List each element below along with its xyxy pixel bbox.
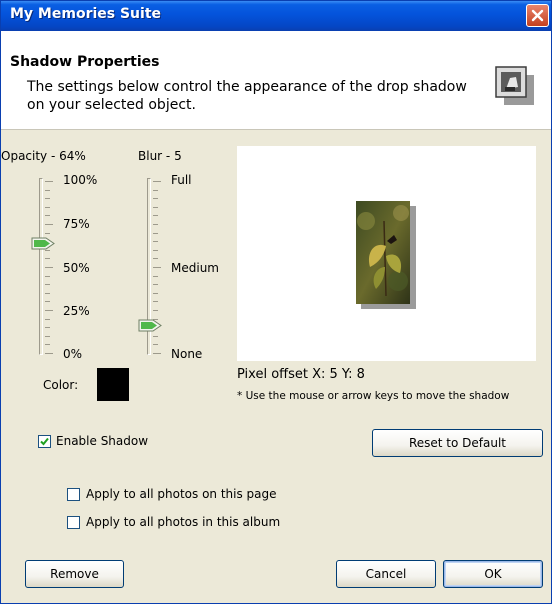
minor-tick bbox=[45, 215, 50, 217]
minor-tick bbox=[45, 292, 50, 294]
opacity-tick-75: 75% bbox=[63, 217, 90, 231]
major-tick bbox=[45, 224, 53, 225]
opacity-label: Opacity - 64% bbox=[1, 149, 86, 163]
minor-tick bbox=[153, 189, 158, 191]
opacity-slider-thumb[interactable] bbox=[31, 237, 56, 253]
cancel-button[interactable]: Cancel bbox=[336, 560, 436, 588]
major-tick bbox=[45, 353, 53, 354]
major-tick bbox=[153, 267, 161, 268]
blur-label: Blur - 5 bbox=[138, 149, 182, 163]
opacity-slider-track[interactable] bbox=[39, 178, 43, 355]
minor-tick bbox=[153, 284, 158, 286]
major-tick bbox=[45, 310, 53, 311]
minor-tick bbox=[45, 189, 50, 191]
major-tick bbox=[153, 181, 161, 182]
minor-tick bbox=[153, 301, 158, 303]
window-title: My Memories Suite bbox=[10, 6, 162, 22]
minor-tick bbox=[45, 258, 50, 260]
remove-button[interactable]: Remove bbox=[25, 560, 124, 588]
minor-tick bbox=[153, 258, 158, 260]
blur-tick-none: None bbox=[171, 347, 203, 361]
minor-tick bbox=[153, 310, 158, 311]
blur-tick-medium: Medium bbox=[171, 261, 219, 275]
close-button[interactable] bbox=[526, 4, 549, 27]
minor-tick bbox=[45, 327, 50, 329]
major-tick bbox=[45, 181, 53, 182]
minor-tick bbox=[153, 249, 158, 251]
major-tick bbox=[153, 353, 161, 354]
major-tick bbox=[45, 267, 53, 268]
apply-page-checkbox[interactable] bbox=[67, 488, 80, 501]
minor-tick bbox=[153, 198, 158, 200]
opacity-tick-0: 0% bbox=[63, 347, 83, 361]
opacity-tick-50: 50% bbox=[63, 261, 90, 275]
blur-tick-full: Full bbox=[171, 173, 192, 187]
apply-album-checkbox[interactable] bbox=[67, 516, 80, 529]
pixel-offset-readout: Pixel offset X: 5 Y: 8 bbox=[237, 367, 365, 382]
header-title: Shadow Properties bbox=[10, 54, 160, 70]
minor-tick bbox=[45, 318, 50, 320]
ok-button[interactable]: OK bbox=[443, 560, 543, 588]
opacity-tick-25: 25% bbox=[63, 304, 90, 318]
minor-tick bbox=[153, 215, 158, 217]
apply-album-label[interactable]: Apply to all photos in this album bbox=[86, 515, 280, 529]
blur-slider-thumb[interactable] bbox=[138, 319, 163, 335]
preview-photo[interactable] bbox=[356, 201, 410, 304]
shadow-photo-icon bbox=[494, 65, 536, 107]
dialog-header: Shadow Properties The settings below con… bbox=[1, 31, 551, 130]
title-bar[interactable]: My Memories Suite bbox=[1, 1, 551, 31]
minor-tick bbox=[45, 344, 50, 346]
preview-hint: * Use the mouse or arrow keys to move th… bbox=[237, 390, 510, 402]
minor-tick bbox=[45, 284, 50, 286]
minor-tick bbox=[45, 232, 50, 234]
minor-tick bbox=[153, 292, 158, 294]
opacity-tick-100: 100% bbox=[63, 173, 98, 187]
minor-tick bbox=[45, 335, 50, 337]
minor-tick bbox=[153, 275, 158, 277]
minor-tick bbox=[45, 206, 50, 208]
header-description: The settings below control the appearanc… bbox=[27, 79, 467, 113]
enable-shadow-checkbox[interactable] bbox=[38, 435, 51, 448]
minor-tick bbox=[153, 224, 158, 225]
minor-tick bbox=[153, 335, 158, 337]
minor-tick bbox=[153, 206, 158, 208]
minor-tick bbox=[45, 198, 50, 200]
shadow-properties-dialog: My Memories Suite Shadow Properties The … bbox=[0, 0, 552, 604]
color-label: Color: bbox=[43, 378, 79, 392]
enable-shadow-label[interactable]: Enable Shadow bbox=[56, 434, 148, 448]
apply-page-label[interactable]: Apply to all photos on this page bbox=[86, 487, 277, 501]
minor-tick bbox=[45, 275, 50, 277]
minor-tick bbox=[153, 232, 158, 234]
minor-tick bbox=[45, 301, 50, 303]
minor-tick bbox=[153, 241, 158, 243]
shadow-color-swatch[interactable] bbox=[97, 368, 129, 401]
minor-tick bbox=[153, 344, 158, 346]
reset-to-default-button[interactable]: Reset to Default bbox=[372, 429, 543, 457]
